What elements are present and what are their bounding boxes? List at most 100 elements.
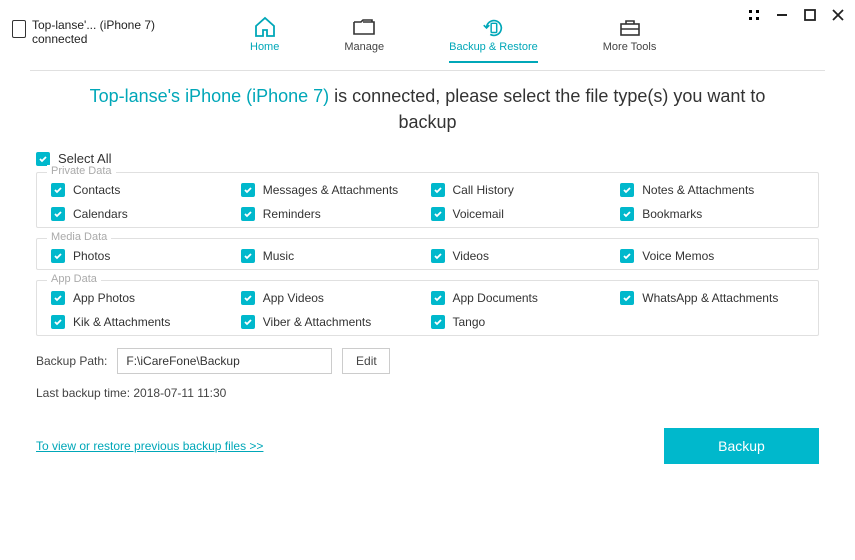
list-item: Notes & Attachments xyxy=(620,183,804,197)
group-private: Private Data ContactsMessages & Attachme… xyxy=(36,172,819,228)
checkbox[interactable] xyxy=(620,207,634,221)
nav-home-label: Home xyxy=(250,41,279,53)
edit-button[interactable]: Edit xyxy=(342,348,390,374)
list-item: Kik & Attachments xyxy=(51,315,235,329)
item-label: Bookmarks xyxy=(642,207,702,221)
checkbox[interactable] xyxy=(51,249,65,263)
checkbox[interactable] xyxy=(431,249,445,263)
item-label: WhatsApp & Attachments xyxy=(642,291,778,305)
list-item: Voicemail xyxy=(431,207,615,221)
checkbox[interactable] xyxy=(431,183,445,197)
checkbox[interactable] xyxy=(620,291,634,305)
device-status: connected xyxy=(32,32,155,46)
nav-tools-label: More Tools xyxy=(603,41,657,53)
previous-backups-link[interactable]: To view or restore previous backup files… xyxy=(36,439,263,453)
nav-manage-label: Manage xyxy=(344,41,384,53)
list-item: App Documents xyxy=(431,291,615,305)
device-text: Top-lanse'... (iPhone 7) connected xyxy=(32,18,155,46)
select-all-checkbox[interactable] xyxy=(36,152,50,166)
item-label: Calendars xyxy=(73,207,128,221)
toolbox-icon xyxy=(618,16,642,38)
checkbox[interactable] xyxy=(620,183,634,197)
list-item: App Videos xyxy=(241,291,425,305)
group-private-title: Private Data xyxy=(47,165,116,177)
checkbox[interactable] xyxy=(431,291,445,305)
window-controls xyxy=(747,8,845,22)
item-label: App Photos xyxy=(73,291,135,305)
group-app-items: App Photos App Videos App Documents WhatsAp… xyxy=(51,291,804,329)
item-label: Photos xyxy=(73,249,110,263)
maximize-icon[interactable] xyxy=(803,8,817,22)
checkbox[interactable] xyxy=(431,207,445,221)
item-label: Call History xyxy=(453,183,514,197)
checkbox[interactable] xyxy=(241,207,255,221)
group-private-items: Contacts Messages & Attachments Call Histo… xyxy=(51,183,804,221)
minimize-icon[interactable] xyxy=(775,8,789,22)
headline: Top-lanse's iPhone (iPhone 7) is connect… xyxy=(68,83,787,135)
item-label: Contacts xyxy=(73,183,120,197)
device-info: Top-lanse'... (iPhone 7) connected xyxy=(0,0,220,64)
list-item: Messages & Attachments xyxy=(241,183,425,197)
group-app: App Data App PhotosApp VideosApp Documen… xyxy=(36,280,819,336)
phone-icon xyxy=(12,20,26,38)
headline-device: Top-lanse's iPhone (iPhone 7) xyxy=(90,86,330,106)
backup-button[interactable]: Backup xyxy=(664,428,819,464)
list-item: Call History xyxy=(431,183,615,197)
backup-path-label: Backup Path: xyxy=(36,354,107,368)
group-media-items: Photos Music Videos Voice Memos xyxy=(51,249,804,263)
checkbox[interactable] xyxy=(620,249,634,263)
checkbox[interactable] xyxy=(51,183,65,197)
list-item: Voice Memos xyxy=(620,249,804,263)
checkbox[interactable] xyxy=(431,315,445,329)
list-item: WhatsApp & Attachments xyxy=(620,291,804,305)
checkbox[interactable] xyxy=(241,183,255,197)
group-app-title: App Data xyxy=(47,273,101,285)
nav-backup[interactable]: Backup & Restore xyxy=(449,16,538,63)
backup-path-row: Backup Path: Edit xyxy=(36,348,787,374)
last-backup-time: Last backup time: 2018-07-11 11:30 xyxy=(36,386,787,400)
nav-tools[interactable]: More Tools xyxy=(603,16,657,63)
item-label: Voice Memos xyxy=(642,249,714,263)
device-name: Top-lanse'... (iPhone 7) xyxy=(32,18,155,32)
item-label: Music xyxy=(263,249,294,263)
nav: Home Manage Backup & Restore More Tools xyxy=(250,0,656,63)
item-label: Voicemail xyxy=(453,207,504,221)
checkbox[interactable] xyxy=(241,249,255,263)
checkbox[interactable] xyxy=(51,207,65,221)
close-icon[interactable] xyxy=(831,8,845,22)
checkbox[interactable] xyxy=(51,315,65,329)
select-all-label: Select All xyxy=(58,151,111,166)
item-label: Kik & Attachments xyxy=(73,315,170,329)
list-item: Calendars xyxy=(51,207,235,221)
nav-backup-label: Backup & Restore xyxy=(449,41,538,53)
nav-home[interactable]: Home xyxy=(250,16,279,63)
group-media: Media Data PhotosMusicVideosVoice Memos xyxy=(36,238,819,270)
headline-rest: is connected, please select the file typ… xyxy=(329,86,765,132)
list-item: Videos xyxy=(431,249,615,263)
list-item: Music xyxy=(241,249,425,263)
footer: To view or restore previous backup files… xyxy=(36,428,819,464)
list-item: Contacts xyxy=(51,183,235,197)
item-label: Viber & Attachments xyxy=(263,315,372,329)
folder-icon xyxy=(352,16,376,38)
item-label: Videos xyxy=(453,249,489,263)
checkbox[interactable] xyxy=(51,291,65,305)
backup-path-input[interactable] xyxy=(117,348,332,374)
item-label: Tango xyxy=(453,315,486,329)
item-label: Messages & Attachments xyxy=(263,183,398,197)
item-label: Reminders xyxy=(263,207,321,221)
list-item: Photos xyxy=(51,249,235,263)
nav-manage[interactable]: Manage xyxy=(344,16,384,63)
top-bar: Top-lanse'... (iPhone 7) connected Home … xyxy=(0,0,855,70)
item-label: App Documents xyxy=(453,291,538,305)
list-item: Tango xyxy=(431,315,615,329)
select-all-row: Select All xyxy=(36,151,787,166)
item-label: Notes & Attachments xyxy=(642,183,754,197)
content: Top-lanse's iPhone (iPhone 7) is connect… xyxy=(0,71,855,464)
home-icon xyxy=(253,16,277,38)
restore-icon xyxy=(481,16,505,38)
item-label: App Videos xyxy=(263,291,324,305)
checkbox[interactable] xyxy=(241,291,255,305)
checkbox[interactable] xyxy=(241,315,255,329)
menu-icon[interactable] xyxy=(747,8,761,22)
